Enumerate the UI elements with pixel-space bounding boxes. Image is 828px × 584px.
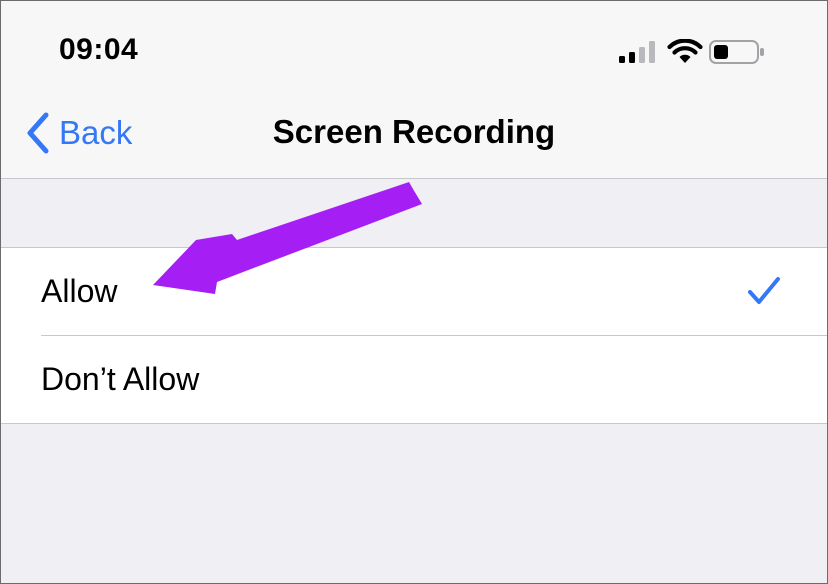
list-item-allow[interactable]: Allow bbox=[1, 248, 827, 335]
checkmark-icon bbox=[748, 277, 780, 304]
wifi-icon bbox=[667, 39, 703, 63]
list-item-dont-allow[interactable]: Don’t Allow bbox=[1, 336, 827, 423]
page-title: Screen Recording bbox=[272, 113, 556, 150]
screen: 09:04 Back Screen Recording Allow Don’t … bbox=[0, 0, 828, 584]
option-label: Allow bbox=[41, 273, 118, 309]
cellular-signal-icon bbox=[619, 41, 655, 63]
option-label: Don’t Allow bbox=[41, 361, 200, 397]
battery-low-icon bbox=[709, 40, 764, 64]
navigation-header: 09:04 Back Screen Recording bbox=[1, 1, 827, 179]
status-time: 09:04 bbox=[59, 33, 139, 66]
options-list: Allow Don’t Allow bbox=[1, 247, 827, 424]
